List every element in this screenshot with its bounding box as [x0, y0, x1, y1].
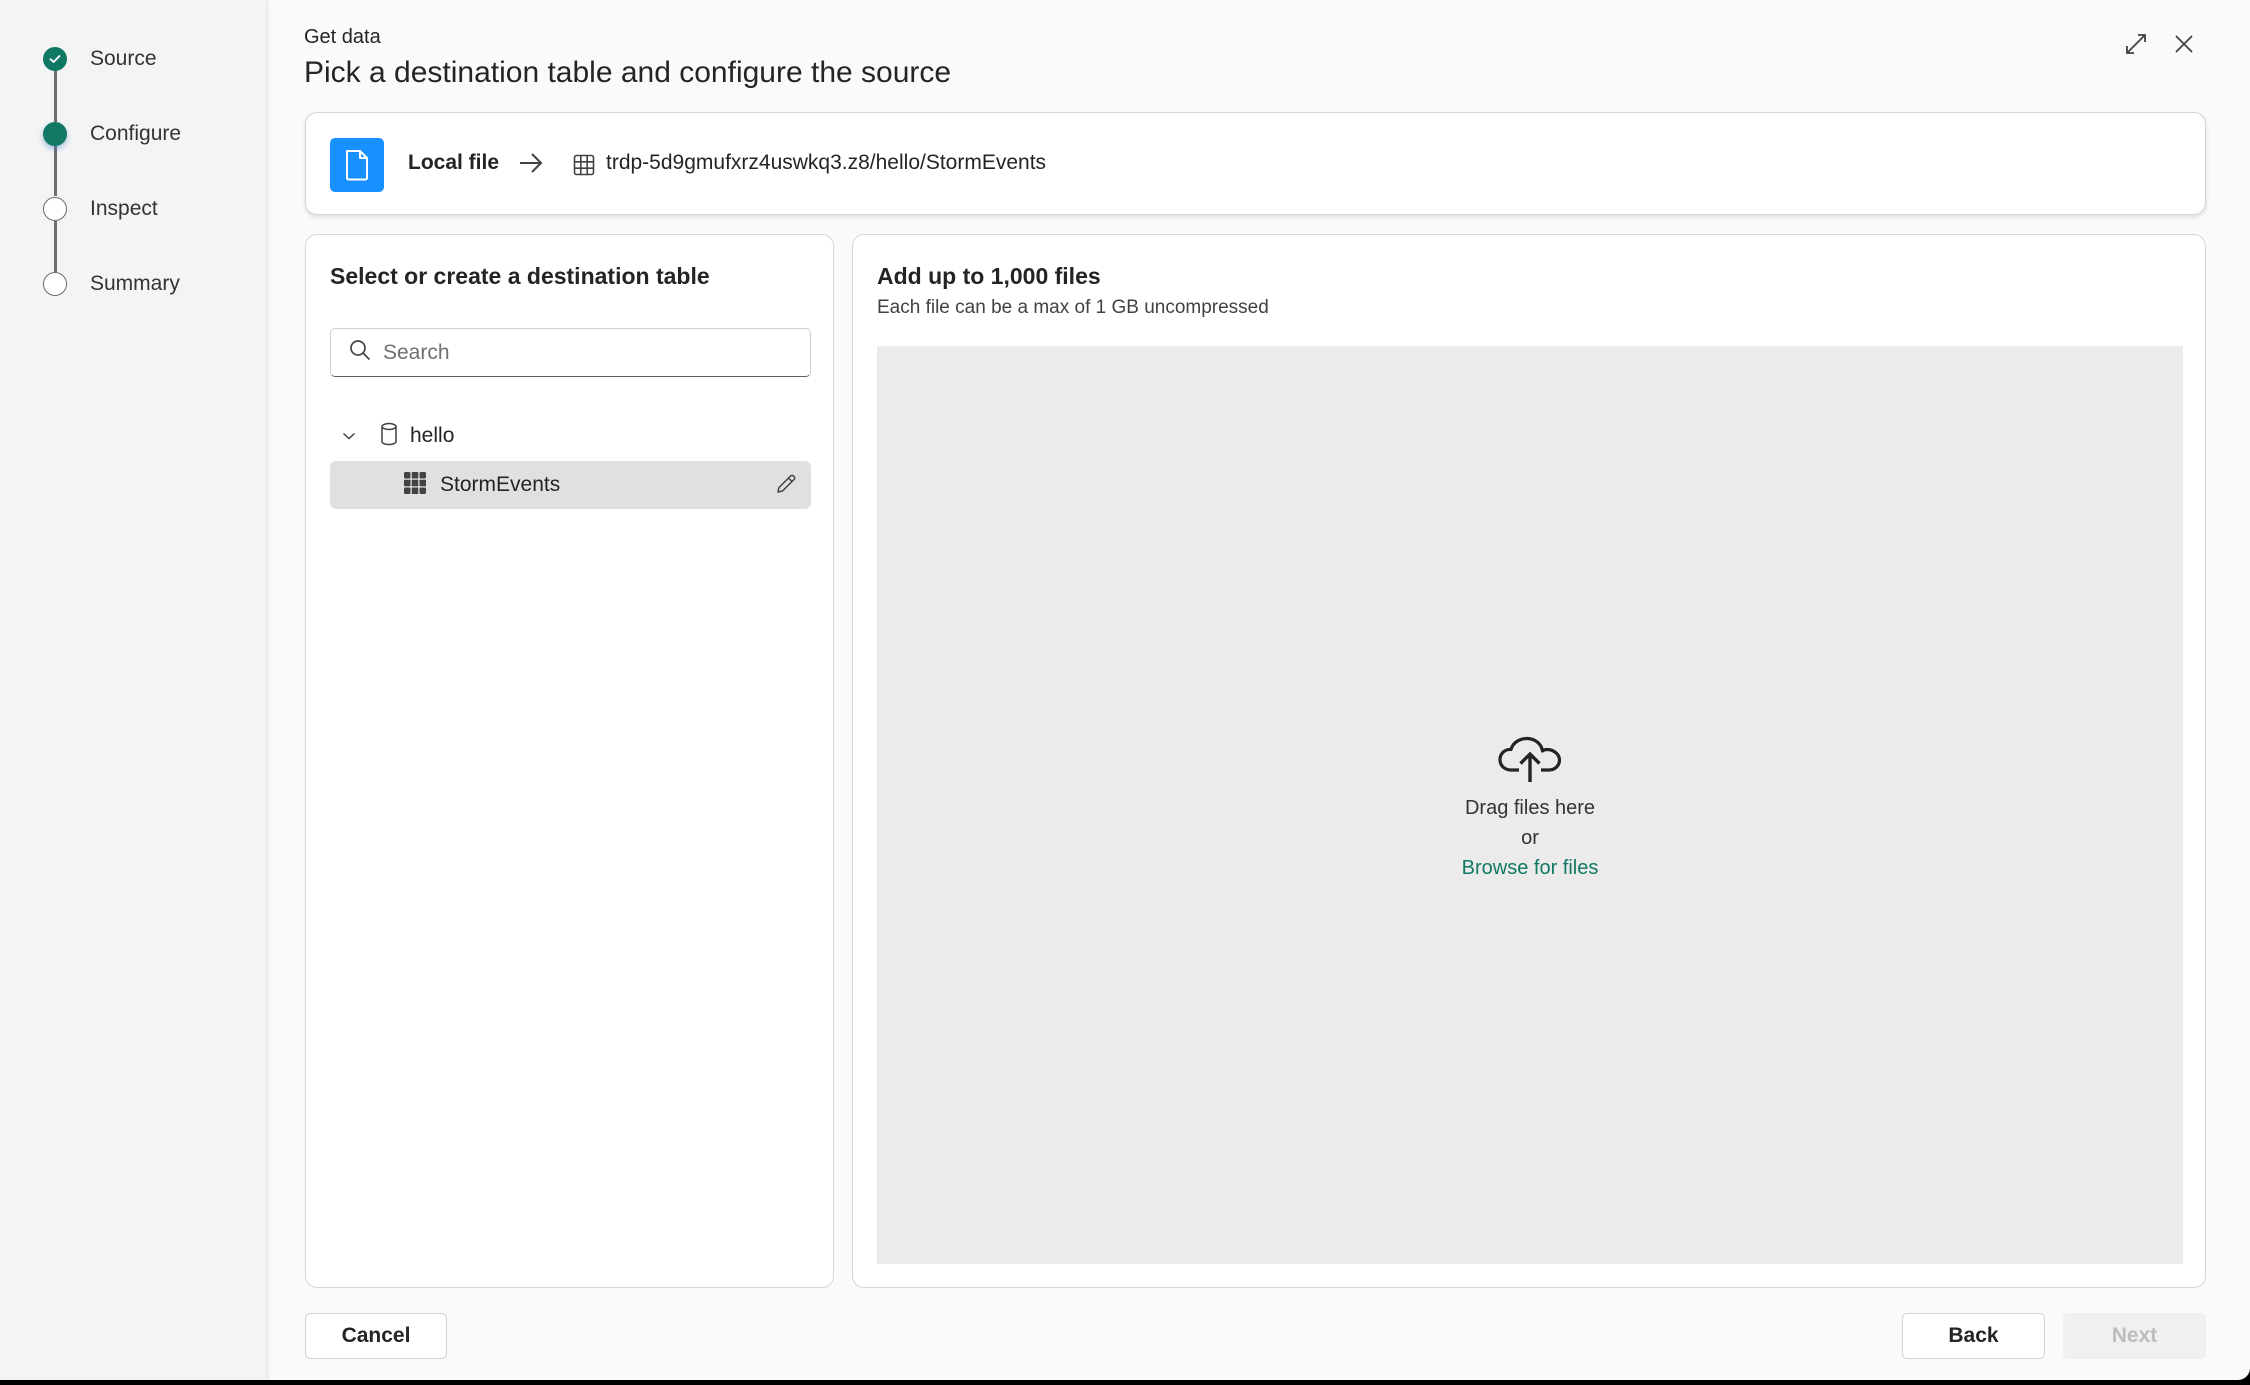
upload-panel: Add up to 1,000 files Each file can be a… [852, 234, 2206, 1288]
close-icon [2174, 34, 2194, 59]
table-icon [573, 154, 595, 181]
database-name: hello [410, 424, 455, 447]
source-destination-card: Local file trdp-5d9gmufxrz4uswkq3.z8/hel… [305, 112, 2206, 215]
step-connector [54, 221, 57, 272]
destination-path: trdp-5d9gmufxrz4uswkq3.z8/hello/StormEve… [606, 151, 1047, 174]
panel-title: Select or create a destination table [330, 263, 710, 289]
step-summary[interactable]: Summary [43, 271, 180, 297]
step-label: Source [90, 47, 157, 70]
or-text: or [1521, 827, 1539, 849]
step-connector [54, 146, 57, 196]
expand-button[interactable] [2120, 30, 2152, 62]
search-placeholder: Search [383, 340, 450, 364]
table-icon [404, 471, 426, 499]
pending-step-icon [43, 272, 67, 296]
file-drop-zone[interactable]: Drag files here or Browse for files [877, 346, 2183, 1264]
search-icon [349, 339, 371, 366]
tree-item-table[interactable]: StormEvents [330, 461, 811, 509]
dialog-subtitle: Get data [304, 26, 381, 48]
arrow-right-icon [517, 149, 545, 182]
drag-files-text: Drag files here [1464, 797, 1596, 819]
step-label: Configure [90, 122, 182, 145]
step-label: Summary [90, 272, 180, 295]
edit-icon[interactable] [775, 473, 797, 500]
upload-subtitle: Each file can be a max of 1 GB uncompres… [877, 297, 1269, 318]
search-input[interactable]: Search [330, 328, 811, 377]
page-title: Pick a destination table and configure t… [304, 56, 952, 89]
check-icon [43, 47, 67, 71]
next-button[interactable]: Next [2063, 1313, 2206, 1359]
expand-icon [2124, 32, 2148, 61]
file-icon [330, 138, 384, 192]
step-connector [54, 70, 57, 122]
wizard-sidebar: Source Configure Inspect Summary [0, 0, 266, 1380]
back-button[interactable]: Back [1902, 1313, 2045, 1359]
get-data-dialog: Source Configure Inspect Summary Get dat… [0, 0, 2250, 1380]
current-step-icon [43, 122, 67, 146]
tree-item-database[interactable]: hello [330, 419, 454, 453]
step-label: Inspect [90, 197, 158, 220]
cancel-button[interactable]: Cancel [305, 1313, 447, 1359]
close-button[interactable] [2168, 30, 2200, 62]
cloud-upload-icon [1497, 736, 1563, 789]
database-icon [380, 422, 398, 451]
table-name: StormEvents [440, 473, 561, 496]
step-configure[interactable]: Configure [43, 121, 181, 147]
destination-table-panel: Select or create a destination table Sea… [305, 234, 834, 1288]
source-label: Local file [408, 151, 500, 174]
browse-files-link[interactable]: Browse for files [1462, 853, 1599, 883]
chevron-down-icon[interactable] [336, 431, 362, 441]
step-inspect[interactable]: Inspect [43, 196, 158, 222]
step-source[interactable]: Source [43, 46, 157, 72]
pending-step-icon [43, 197, 67, 221]
upload-title: Add up to 1,000 files [877, 263, 1101, 289]
